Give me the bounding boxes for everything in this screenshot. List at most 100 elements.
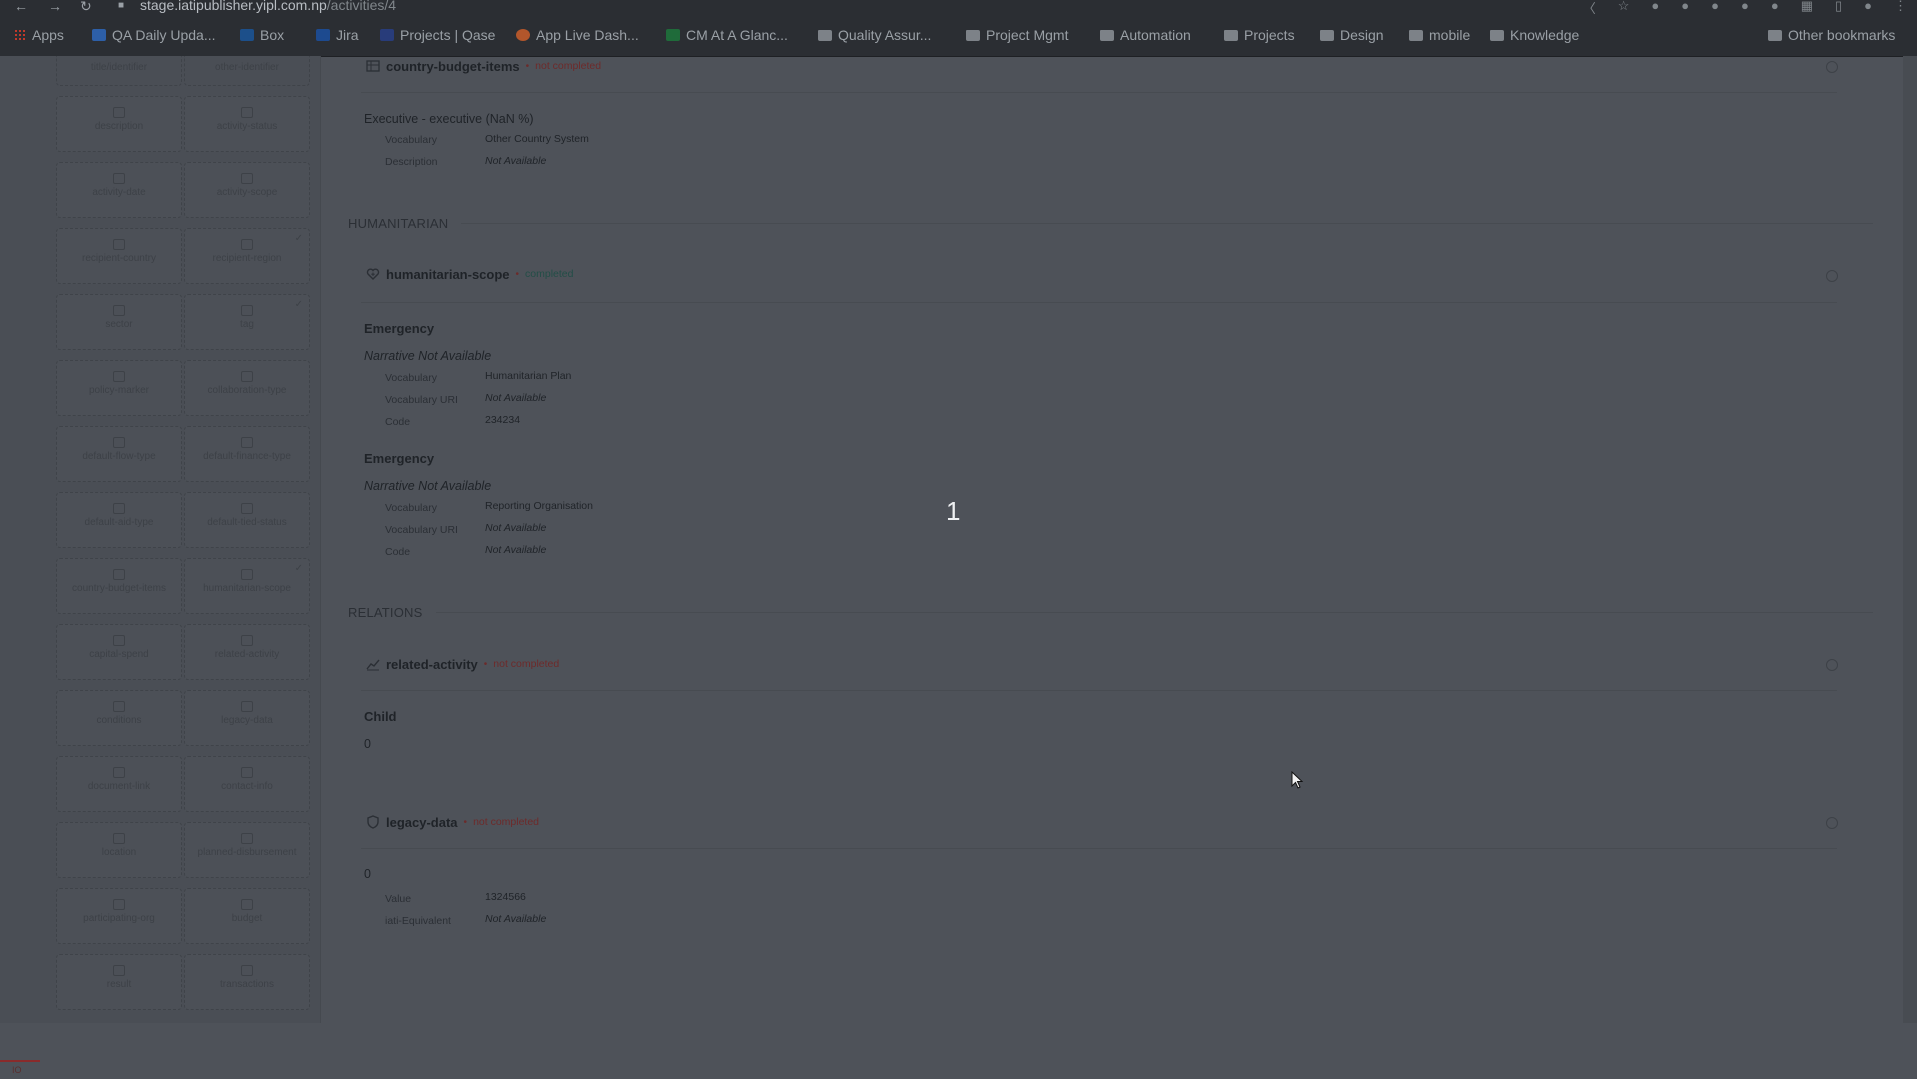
bookmark-apps[interactable]: Apps — [14, 27, 64, 43]
element-icon — [113, 305, 125, 316]
sidebar-tile-collaboration-type[interactable]: collaboration-type — [184, 360, 310, 416]
bookmarks-bar: Apps QA Daily Upda... Box Jira Projects … — [0, 14, 1917, 57]
bookmark-label: Project Mgmt — [986, 27, 1069, 43]
bookmark-qase[interactable]: Projects | Qase — [380, 27, 495, 43]
sidebar-tile-planned-disbursement[interactable]: planned-disbursement — [184, 822, 310, 878]
sidebar-tile-activity-scope[interactable]: activity-scope — [184, 162, 310, 218]
forward-icon[interactable]: → — [48, 0, 62, 14]
url-text[interactable]: stage.iatipublisher.yipl.com.np/activiti… — [140, 0, 396, 13]
element-divider — [361, 92, 1837, 93]
value-value: 1324566 — [485, 891, 526, 903]
sidebar-tile-activity-status[interactable]: activity-status — [184, 96, 310, 152]
sidebar-tile-policy-marker[interactable]: policy-marker — [56, 360, 182, 416]
tile-label: country-budget-items — [72, 583, 166, 594]
element-title: legacy-data — [386, 814, 458, 830]
value-label: Value — [385, 893, 412, 905]
sidebar-tile-result[interactable]: result — [56, 954, 182, 1010]
scope-heading: Emergency — [364, 451, 435, 466]
sidebar-tile-recipient-country[interactable]: recipient-country — [56, 228, 182, 284]
element-icon — [241, 833, 253, 844]
sidebar-tile-title[interactable]: title/identifier — [56, 56, 182, 86]
info-icon[interactable] — [1826, 659, 1838, 671]
info-icon[interactable] — [1826, 817, 1838, 829]
bookmark-cm-glance[interactable]: CM At A Glanc... — [666, 27, 788, 43]
sidebar-tile-humanitarian-scope[interactable]: humanitarian-scope ✓ — [184, 558, 310, 614]
activity-detail-main: country-budget-items • not completed Exe… — [321, 56, 1917, 1023]
sidebar-tile-capital-spend[interactable]: capital-spend — [56, 624, 182, 680]
sidebar-tile-conditions[interactable]: conditions — [56, 690, 182, 746]
bookmark-app-live[interactable]: App Live Dash... — [516, 27, 639, 43]
bookmark-automation[interactable]: Automation — [1100, 27, 1191, 43]
tile-label: location — [101, 847, 137, 858]
sidebar-tile-related-activity[interactable]: related-activity — [184, 624, 310, 680]
box-icon — [240, 29, 254, 41]
sidebar-tile-tag[interactable]: tag ✓ — [184, 294, 310, 350]
sidebar-tile-participating-org[interactable]: participating-org — [56, 888, 182, 944]
reload-icon[interactable]: ↻ — [80, 0, 92, 15]
tile-label: related-activity — [214, 649, 280, 660]
sidebar-tile-budget[interactable]: budget — [184, 888, 310, 944]
sidebar-tile-legacy-data[interactable]: legacy-data — [184, 690, 310, 746]
info-icon[interactable] — [1826, 61, 1838, 73]
budget-item-heading: Executive - executive (NaN %) — [364, 112, 534, 126]
bookmark-qa-daily[interactable]: QA Daily Upda... — [92, 27, 216, 43]
tile-label: document-link — [87, 781, 151, 792]
element-icon — [241, 173, 253, 184]
element-icon — [241, 305, 253, 316]
element-title: country-budget-items — [386, 58, 520, 74]
sidebar-tile-transactions[interactable]: transactions — [184, 954, 310, 1010]
bookmark-other[interactable]: Other bookmarks — [1768, 27, 1895, 43]
address-bar[interactable]: ← → ↻ ■ stage.iatipublisher.yipl.com.np/… — [0, 0, 1917, 16]
description-value: Not Available — [485, 155, 547, 167]
element-icon — [241, 371, 253, 382]
element-icon — [241, 767, 253, 778]
element-icon — [113, 833, 125, 844]
status-badge: not completed — [535, 60, 602, 72]
sidebar-tile-recipient-region[interactable]: recipient-region ✓ — [184, 228, 310, 284]
legacy-heading-value: 0 — [364, 867, 371, 881]
element-icon — [113, 635, 125, 646]
bookmark-label: mobile — [1429, 27, 1471, 43]
page-scrollbar[interactable] — [1903, 56, 1917, 1023]
tile-label: default-flow-type — [82, 451, 156, 462]
bookmark-jira[interactable]: Jira — [316, 27, 359, 43]
section-title-relations: RELATIONS — [348, 605, 423, 620]
sidebar-tile-default-finance-type[interactable]: default-finance-type — [184, 426, 310, 482]
tile-label: description — [94, 121, 144, 132]
sidebar-tile-default-tied-status[interactable]: default-tied-status — [184, 492, 310, 548]
sidebar-tile-document-link[interactable]: document-link — [56, 756, 182, 812]
folder-icon — [818, 29, 832, 41]
sidebar-tile-location[interactable]: location — [56, 822, 182, 878]
folder-icon — [1490, 29, 1504, 41]
tile-label: participating-org — [83, 913, 155, 924]
element-icon — [241, 965, 253, 976]
sidebar-tile-country-budget-items[interactable]: country-budget-items — [56, 558, 182, 614]
qase-icon — [380, 29, 394, 41]
shield-icon — [367, 815, 379, 829]
code-label: Code — [385, 416, 411, 428]
bookmark-box[interactable]: Box — [240, 27, 284, 43]
bookmark-knowledge[interactable]: Knowledge — [1490, 27, 1579, 43]
info-icon[interactable] — [1826, 270, 1838, 282]
bookmark-design[interactable]: Design — [1320, 27, 1384, 43]
sidebar-tile-default-aid-type[interactable]: default-aid-type — [56, 492, 182, 548]
bookmark-quality[interactable]: Quality Assur... — [818, 27, 931, 43]
sidebar-tile-other-identifier[interactable]: other-identifier — [184, 56, 310, 86]
sidebar-tile-description[interactable]: description — [56, 96, 182, 152]
sidebar-tile-default-flow-type[interactable]: default-flow-type — [56, 426, 182, 482]
status-badge: completed — [525, 268, 574, 280]
bookmark-label: Automation — [1120, 27, 1191, 43]
vocabulary-value: Other Country System — [485, 133, 589, 145]
bookmark-projects[interactable]: Projects — [1224, 27, 1295, 43]
sidebar-tile-contact-info[interactable]: contact-info — [184, 756, 310, 812]
check-icon: ✓ — [294, 299, 303, 310]
sidebar-tile-activity-date[interactable]: activity-date — [56, 162, 182, 218]
trend-chart-icon — [366, 659, 380, 671]
bookmark-mobile[interactable]: mobile — [1409, 27, 1470, 43]
vocabulary-value: Reporting Organisation — [485, 500, 593, 512]
back-icon[interactable]: ← — [14, 0, 28, 14]
sidebar-tile-sector[interactable]: sector — [56, 294, 182, 350]
bookmark-label: App Live Dash... — [536, 27, 639, 43]
tile-label: planned-disbursement — [197, 847, 297, 858]
bookmark-project-mgmt[interactable]: Project Mgmt — [966, 27, 1068, 43]
